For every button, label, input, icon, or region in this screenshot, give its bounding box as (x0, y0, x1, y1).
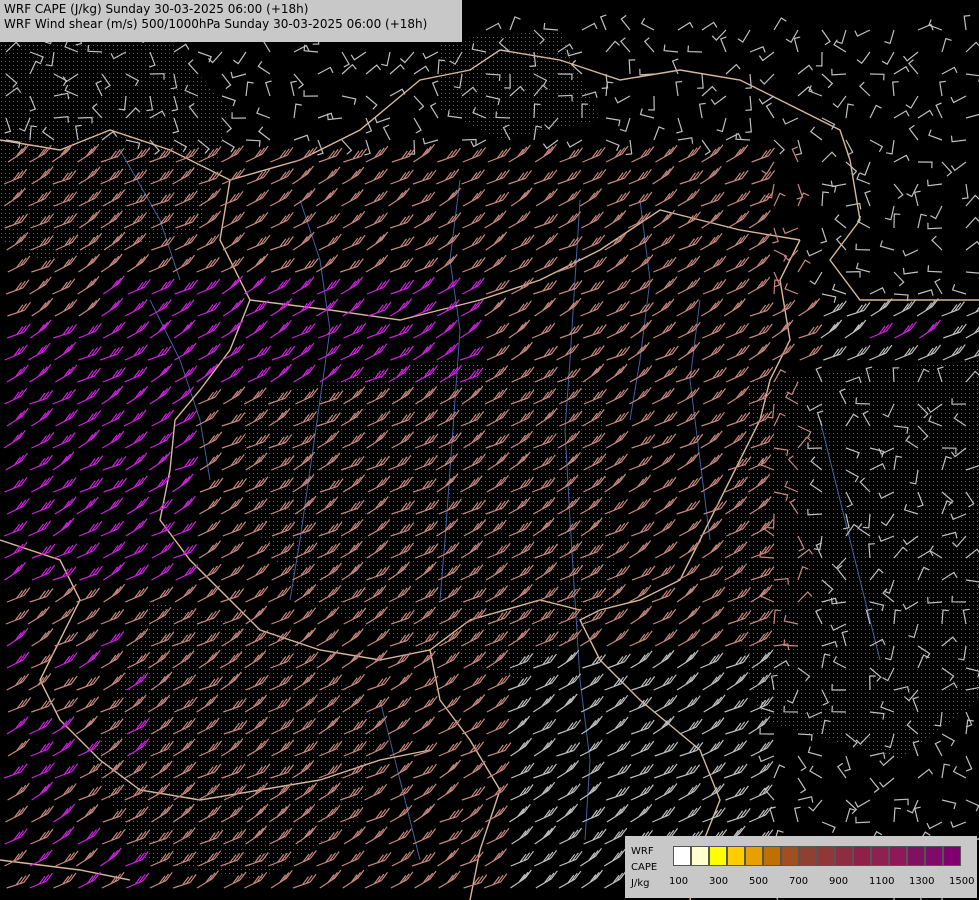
legend-swatch (853, 846, 871, 866)
legend-swatch (817, 846, 835, 866)
legend-swatch (835, 846, 853, 866)
legend-swatch (727, 846, 745, 866)
legend-tick: 1500 (949, 876, 975, 887)
legend-tick: 1300 (909, 876, 935, 887)
legend-swatch (709, 846, 727, 866)
map-title-box: WRF CAPE (J/kg) Sunday 30-03-2025 06:00 … (0, 0, 462, 42)
legend-tick-labels: 100 300 500 700 900 1100 1300 1500 (665, 876, 974, 888)
cape-legend: WRF CAPE J/kg 100 300 500 700 900 1100 1300 150… (625, 836, 977, 898)
legend-model-label: WRF (631, 846, 654, 857)
legend-swatch (943, 846, 961, 866)
legend-tick: 100 (669, 876, 689, 887)
legend-color-scale (673, 846, 961, 866)
weather-map (0, 0, 979, 900)
legend-variable-label: CAPE (631, 862, 658, 873)
legend-swatch (799, 846, 817, 866)
legend-unit-label: J/kg (631, 878, 650, 889)
shear-title: WRF Wind shear (m/s) 500/1000hPa Sunday … (4, 17, 428, 31)
cape-title: WRF CAPE (J/kg) Sunday 30-03-2025 06:00 … (4, 2, 309, 16)
legend-swatch (691, 846, 709, 866)
legend-swatch (781, 846, 799, 866)
legend-swatch (763, 846, 781, 866)
legend-swatch (745, 846, 763, 866)
legend-swatch (871, 846, 889, 866)
legend-swatch (889, 846, 907, 866)
legend-tick: 700 (789, 876, 809, 887)
legend-tick: 900 (829, 876, 849, 887)
legend-tick: 1100 (869, 876, 895, 887)
legend-swatch (907, 846, 925, 866)
legend-tick: 300 (709, 876, 729, 887)
legend-tick: 500 (749, 876, 769, 887)
legend-swatch (925, 846, 943, 866)
legend-swatch (673, 846, 691, 866)
